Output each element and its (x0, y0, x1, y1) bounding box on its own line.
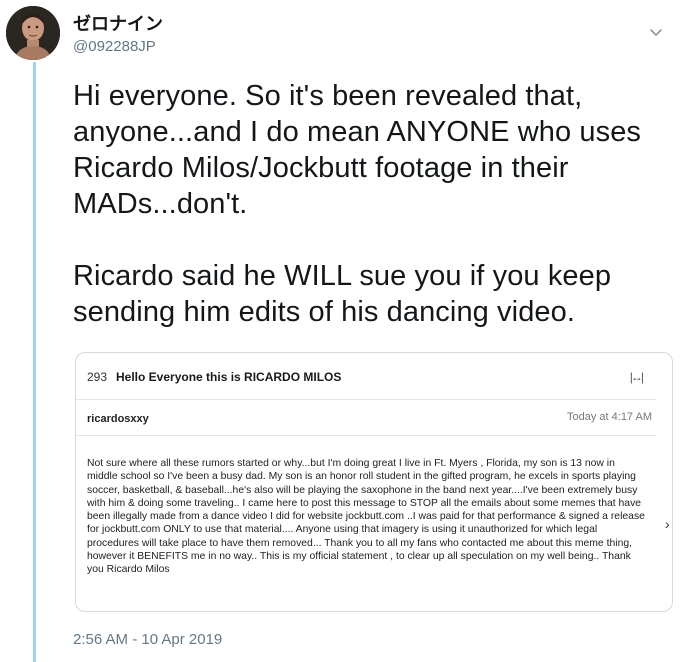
chevron-right-icon[interactable]: › (665, 516, 670, 532)
attached-image[interactable]: 293 Hello Everyone this is RICARDO MILOS… (75, 352, 673, 612)
message-header: 293 Hello Everyone this is RICARDO MILOS… (76, 353, 656, 400)
tweet-paragraph: Hi everyone. So it's been revealed that,… (73, 80, 642, 220)
author-display-name[interactable]: ゼロナイン (73, 10, 163, 36)
tweet-timestamp[interactable]: 2:56 AM - 10 Apr 2019 (73, 631, 222, 648)
tweet-text: Hi everyone. So it's been revealed that,… (73, 78, 673, 330)
avatar[interactable] (6, 6, 60, 60)
divider (76, 435, 656, 436)
message-time: Today at 4:17 AM (567, 411, 652, 423)
tweet-paragraph: Ricardo said he WILL sue you if you keep… (73, 260, 612, 328)
chevron-down-icon[interactable] (646, 22, 666, 42)
message-sender: ricardosxxy (87, 413, 149, 425)
avatar-image (6, 6, 60, 60)
thread-connector-line (33, 62, 36, 662)
message-number: 293 (87, 370, 108, 384)
expand-arrows-icon: |↔| (629, 370, 644, 384)
author-handle[interactable]: @092288JP (73, 38, 156, 55)
message-subject: Hello Everyone this is RICARDO MILOS (116, 370, 342, 384)
message-body: Not sure where all these rumors started … (87, 458, 645, 576)
